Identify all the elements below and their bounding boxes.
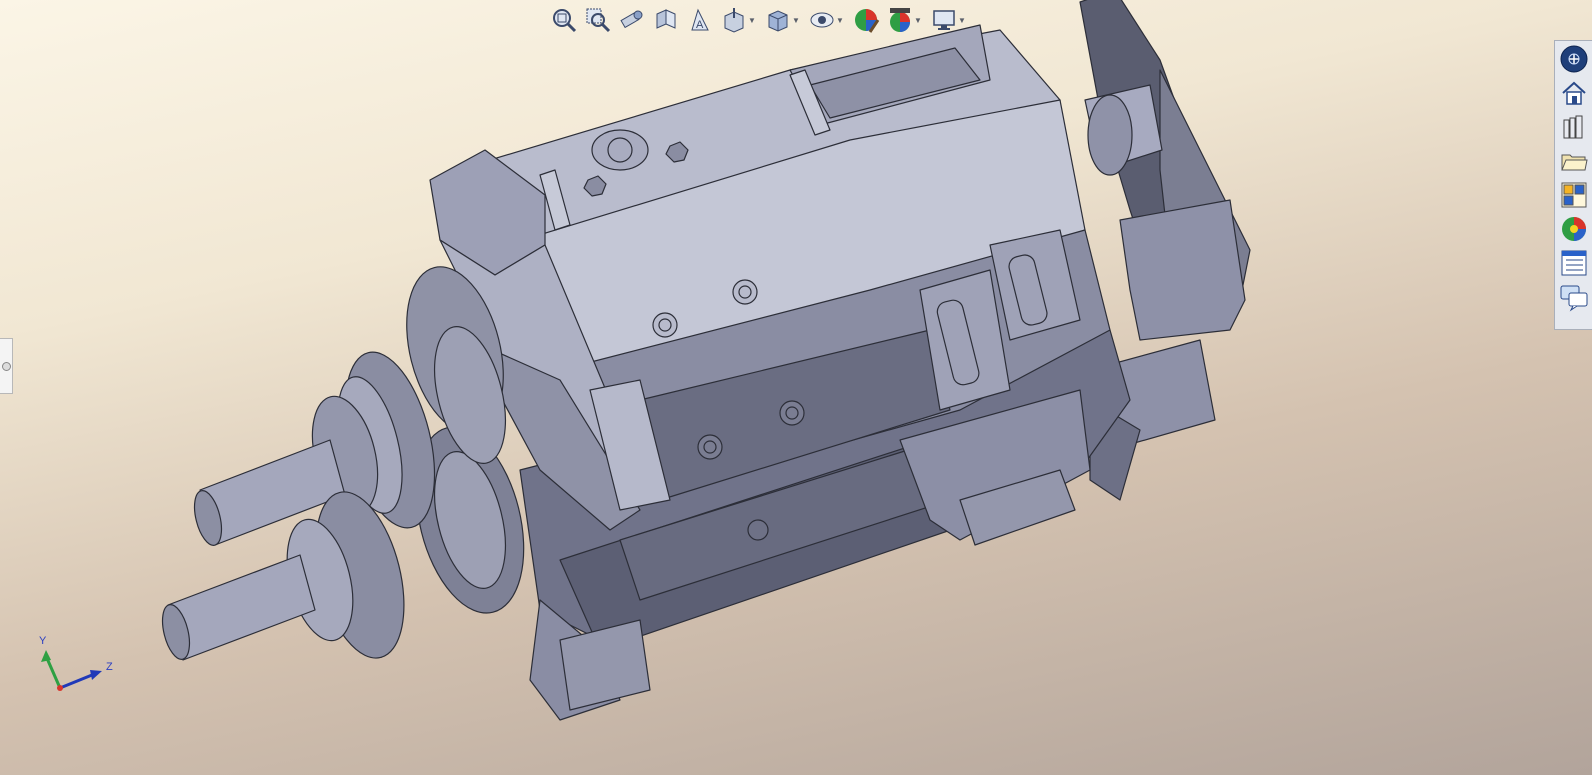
zoom-to-fit-icon[interactable] bbox=[548, 4, 580, 36]
z-axis-label: Z bbox=[106, 661, 113, 673]
feature-manager-toggle-handle[interactable] bbox=[0, 338, 13, 394]
view-settings-icon[interactable] bbox=[928, 4, 960, 36]
svg-text:A: A bbox=[696, 19, 704, 31]
home-icon[interactable] bbox=[1557, 77, 1591, 109]
appearances-scenes-icon[interactable] bbox=[1557, 213, 1591, 245]
apply-scene-icon[interactable] bbox=[884, 4, 916, 36]
edit-appearance-icon[interactable] bbox=[850, 4, 882, 36]
x-axis-origin bbox=[57, 685, 63, 691]
motor-assembly-model[interactable] bbox=[0, 0, 1592, 775]
graphics-area[interactable]: A ▼ ▼ ▼ ▼ ▼ Y Z bbox=[0, 0, 1592, 775]
solidworks-resources-icon[interactable] bbox=[1557, 43, 1591, 75]
view-palette-icon[interactable]: A bbox=[684, 4, 716, 36]
heads-up-view-toolbar: A ▼ ▼ ▼ ▼ ▼ bbox=[548, 2, 970, 38]
y-axis-arrow bbox=[44, 655, 62, 689]
view-orientation-icon[interactable] bbox=[718, 4, 750, 36]
z-axis-arrow bbox=[59, 673, 93, 690]
file-explorer-icon[interactable] bbox=[1557, 145, 1591, 177]
design-library-icon[interactable] bbox=[1557, 111, 1591, 143]
hide-show-items-icon[interactable] bbox=[806, 4, 838, 36]
zoom-to-area-icon[interactable] bbox=[582, 4, 614, 36]
reference-triad: Y Z bbox=[39, 635, 113, 691]
y-axis-label: Y bbox=[39, 635, 47, 647]
view-palette-pane-icon[interactable] bbox=[1557, 179, 1591, 211]
task-pane bbox=[1554, 40, 1592, 330]
previous-view-icon[interactable] bbox=[616, 4, 648, 36]
section-view-icon[interactable] bbox=[650, 4, 682, 36]
forum-icon[interactable] bbox=[1557, 281, 1591, 313]
display-style-icon[interactable] bbox=[762, 4, 794, 36]
custom-properties-icon[interactable] bbox=[1557, 247, 1591, 279]
handle-grip-icon bbox=[2, 362, 11, 371]
